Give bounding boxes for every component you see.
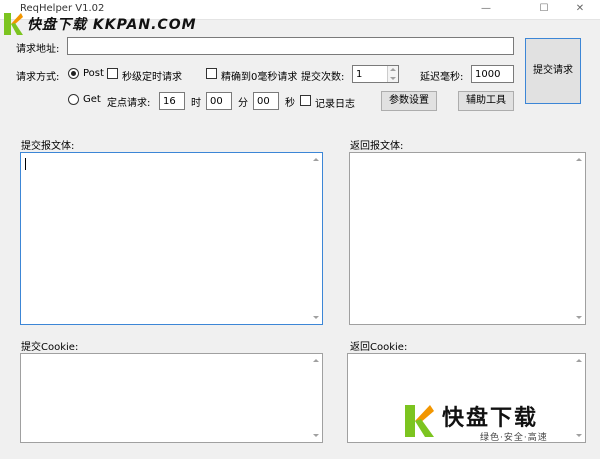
delay-input[interactable]: 1000 [471, 65, 514, 83]
scroll-down-icon [576, 316, 582, 319]
minute-unit: 分 [238, 98, 248, 109]
scroll-down-icon [313, 316, 319, 319]
submit-cookie-scrollbar[interactable] [310, 354, 322, 442]
count-input[interactable]: 1 [352, 65, 399, 83]
second-input[interactable]: 00 [253, 92, 279, 110]
hour-unit: 时 [191, 98, 201, 109]
watermark-bottom: 快盘下载 绿色·安全·高速 [402, 400, 580, 448]
watermark-top: 快盘下载 KKPAN.COM [2, 10, 197, 38]
kkpan-logo-large-icon [405, 405, 434, 437]
scroll-up-icon [576, 359, 582, 362]
close-button[interactable]: ✕ [572, 2, 588, 16]
scroll-up-icon [313, 158, 319, 161]
url-input[interactable] [67, 37, 514, 55]
helper-tools-button[interactable]: 辅助工具 [458, 91, 514, 111]
post-radio[interactable] [68, 68, 79, 79]
scroll-up-icon [313, 359, 319, 362]
get-label: Get [83, 94, 101, 105]
post-label: Post [83, 68, 104, 79]
precise-ms-label: 精确到0毫秒请求 [221, 72, 298, 83]
second-timer-label: 秒级定时请求 [122, 72, 182, 83]
submit-body-scrollbar[interactable] [310, 153, 322, 324]
scroll-up-icon [576, 158, 582, 161]
get-radio[interactable] [68, 94, 79, 105]
count-label: 提交次数: [301, 72, 345, 83]
spin-down-icon [390, 77, 396, 80]
spin-up-icon [390, 68, 396, 71]
second-timer-checkbox[interactable] [107, 68, 118, 79]
kkpan-logo-icon [4, 13, 23, 35]
submit-body-textarea[interactable] [20, 152, 323, 325]
minimize-button[interactable]: — [478, 2, 494, 16]
submit-cookie-textarea[interactable] [20, 353, 323, 443]
scroll-down-icon [313, 434, 319, 437]
log-checkbox[interactable] [300, 95, 311, 106]
watermark-bottom-title: 快盘下载 [442, 406, 539, 431]
return-body-scrollbar[interactable] [573, 153, 585, 324]
url-label: 请求地址: [16, 44, 60, 55]
count-value: 1 [356, 69, 363, 80]
text-caret [25, 158, 26, 170]
submit-cookie-label: 提交Cookie: [21, 342, 79, 353]
log-label: 记录日志 [315, 99, 355, 110]
minute-input[interactable]: 00 [206, 92, 232, 110]
submit-request-button[interactable]: 提交请求 [525, 38, 581, 104]
second-unit: 秒 [285, 98, 295, 109]
watermark-bottom-subtitle: 绿色·安全·高速 [480, 433, 548, 443]
fixed-request-label: 定点请求: [107, 98, 151, 109]
hour-input[interactable]: 16 [159, 92, 185, 110]
maximize-button[interactable]: ☐ [536, 2, 552, 16]
return-cookie-label: 返回Cookie: [350, 342, 408, 353]
params-settings-button[interactable]: 参数设置 [381, 91, 437, 111]
watermark-top-text: 快盘下载 KKPAN.COM [27, 17, 197, 33]
return-body-label: 返回报文体: [350, 141, 404, 152]
precise-ms-checkbox[interactable] [206, 68, 217, 79]
count-spinner[interactable] [387, 66, 398, 82]
method-label: 请求方式: [16, 72, 60, 83]
return-body-textarea[interactable] [349, 152, 586, 325]
delay-label: 延迟毫秒: [420, 72, 464, 83]
submit-body-label: 提交报文体: [21, 141, 75, 152]
